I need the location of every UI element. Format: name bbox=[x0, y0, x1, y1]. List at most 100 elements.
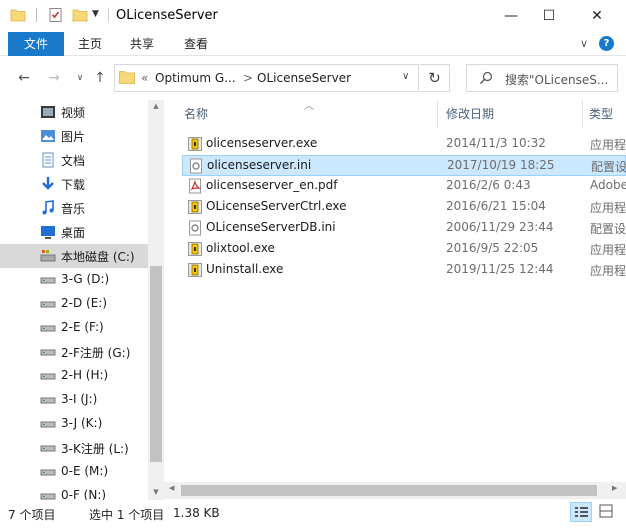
nav-scroll-thumb[interactable] bbox=[150, 266, 162, 462]
scroll-left-icon[interactable]: ◀ bbox=[169, 484, 174, 492]
file-row[interactable]: olicenseserver.ini 2017/10/19 18:25 配置设置 bbox=[182, 155, 626, 176]
file-date: 2019/11/25 12:44 bbox=[446, 262, 554, 276]
file-name: olicenseserver.exe bbox=[206, 136, 318, 150]
file-type: 应用程序 bbox=[590, 243, 626, 257]
column-divider[interactable] bbox=[437, 100, 438, 128]
file-row[interactable]: OLicenseServerDB.ini 2006/11/29 23:44 配置设置 bbox=[182, 218, 626, 239]
nav-item[interactable]: 3-K注册 (L:) bbox=[0, 436, 148, 460]
column-header-type[interactable]: 类型 bbox=[589, 100, 626, 128]
file-row[interactable]: OLicenseServerCtrl.exe 2016/6/21 15:04 应用程… bbox=[182, 197, 626, 218]
up-button[interactable]: ↑ bbox=[90, 68, 110, 88]
scroll-down-icon[interactable]: ▼ bbox=[148, 488, 164, 496]
breadcrumb-separator[interactable]: > bbox=[243, 71, 253, 85]
column-header-name[interactable]: 名称 bbox=[184, 100, 434, 128]
nav-item[interactable]: 0-F (N:) bbox=[0, 484, 148, 500]
item-count: 7 个项目 bbox=[8, 508, 56, 522]
new-folder-icon[interactable] bbox=[72, 7, 88, 23]
recent-locations-button[interactable]: ∨ bbox=[70, 68, 90, 88]
nav-item[interactable]: 文档 bbox=[0, 148, 148, 172]
nav-item-label: 文档 bbox=[61, 154, 86, 168]
file-date: 2016/2/6 0:43 bbox=[446, 178, 531, 192]
breadcrumb-segment[interactable]: Optimum G... bbox=[155, 71, 236, 85]
music-icon bbox=[42, 200, 54, 215]
properties-icon[interactable] bbox=[48, 7, 64, 23]
search-icon bbox=[480, 71, 493, 84]
file-type: 应用程序 bbox=[590, 264, 626, 278]
nav-item[interactable]: 音乐 bbox=[0, 196, 148, 220]
ribbon-tabs: 文件 主页 共享 查看 ∨ ? bbox=[0, 32, 626, 56]
exe-icon bbox=[188, 137, 202, 151]
address-bar[interactable]: « Optimum G... > OLicenseServer ∨ bbox=[114, 64, 419, 92]
nav-item[interactable]: 2-D (E:) bbox=[0, 292, 148, 316]
nav-item[interactable]: 图片 bbox=[0, 124, 148, 148]
breadcrumb-segment[interactable]: OLicenseServer bbox=[257, 71, 351, 85]
refresh-button[interactable]: ↻ bbox=[420, 64, 450, 92]
help-icon[interactable]: ? bbox=[599, 36, 614, 51]
customize-toolbar-dropdown-icon[interactable]: ▼ bbox=[92, 9, 108, 25]
file-row[interactable]: olixtool.exe 2016/9/5 22:05 应用程序 bbox=[182, 239, 626, 260]
drive-icon bbox=[40, 301, 56, 308]
nav-item[interactable]: 2-H (H:) bbox=[0, 364, 148, 388]
search-placeholder: 搜索"OLicenseS... bbox=[505, 73, 609, 87]
pictures-icon bbox=[41, 130, 55, 142]
large-icons-view-button[interactable] bbox=[596, 502, 618, 522]
nav-item[interactable]: 桌面 bbox=[0, 220, 148, 244]
file-list-pane: ︿ 名称 修改日期 类型 olicenseserver.exe 2014/11/3… bbox=[164, 100, 626, 500]
scroll-up-icon[interactable]: ▲ bbox=[148, 102, 164, 110]
file-row[interactable]: olicenseserver.exe 2014/11/3 10:32 应用程序 bbox=[182, 134, 626, 155]
nav-item[interactable]: 0-E (M:) bbox=[0, 460, 148, 484]
file-type: 应用程序 bbox=[590, 138, 626, 152]
nav-item[interactable]: 视频 bbox=[0, 100, 148, 124]
drive-icon bbox=[40, 325, 56, 332]
maximize-button[interactable]: ☐ bbox=[526, 0, 572, 32]
back-button[interactable]: ← bbox=[14, 68, 34, 88]
video-icon bbox=[41, 106, 55, 118]
column-divider[interactable] bbox=[582, 100, 583, 128]
column-header-date[interactable]: 修改日期 bbox=[446, 100, 576, 128]
pdf-icon bbox=[189, 178, 201, 194]
nav-item[interactable]: 3-J (K:) bbox=[0, 412, 148, 436]
forward-button[interactable]: → bbox=[44, 68, 64, 88]
nav-item-label: 3-J (K:) bbox=[61, 416, 103, 430]
close-button[interactable]: ✕ bbox=[574, 0, 620, 32]
h-scroll-thumb[interactable] bbox=[181, 485, 597, 496]
nav-item[interactable]: 3-I (J:) bbox=[0, 388, 148, 412]
tab-share[interactable]: 共享 bbox=[118, 32, 166, 56]
nav-item[interactable]: 2-E (F:) bbox=[0, 316, 148, 340]
drive-icon bbox=[40, 349, 56, 356]
file-name: Uninstall.exe bbox=[206, 262, 284, 276]
file-name: olicenseserver_en.pdf bbox=[206, 178, 338, 192]
title-separator bbox=[108, 8, 109, 22]
nav-item[interactable]: 本地磁盘 (C:) bbox=[0, 244, 148, 268]
search-input[interactable]: 搜索"OLicenseS... bbox=[466, 64, 618, 92]
tab-home[interactable]: 主页 bbox=[66, 32, 114, 56]
file-name: olicenseserver.ini bbox=[207, 158, 312, 172]
nav-item-label: 3-G (D:) bbox=[61, 272, 110, 286]
drive-icon bbox=[40, 493, 56, 500]
file-type: 应用程序 bbox=[590, 201, 626, 215]
file-date: 2014/11/3 10:32 bbox=[446, 136, 546, 150]
nav-item-label: 2-F注册 (G:) bbox=[61, 346, 131, 360]
nav-item[interactable]: 3-G (D:) bbox=[0, 268, 148, 292]
horizontal-scrollbar[interactable]: ◀ ▶ bbox=[164, 482, 626, 499]
expand-ribbon-icon[interactable]: ∨ bbox=[580, 37, 588, 50]
drive-icon bbox=[40, 397, 56, 404]
scroll-right-icon[interactable]: ▶ bbox=[612, 484, 617, 492]
nav-item-label: 2-H (H:) bbox=[61, 368, 109, 382]
nav-scrollbar[interactable]: ▲ ▼ bbox=[148, 100, 164, 500]
nav-item[interactable]: 2-F注册 (G:) bbox=[0, 340, 148, 364]
file-type: Adobe bbox=[590, 178, 626, 192]
file-row[interactable]: Uninstall.exe 2019/11/25 12:44 应用程序 bbox=[182, 260, 626, 281]
details-view-button[interactable] bbox=[570, 502, 592, 522]
file-date: 2006/11/29 23:44 bbox=[446, 220, 554, 234]
downloads-icon bbox=[42, 177, 54, 190]
tab-file[interactable]: 文件 bbox=[8, 32, 64, 56]
address-dropdown-icon[interactable]: ∨ bbox=[402, 71, 409, 82]
tab-view[interactable]: 查看 bbox=[172, 32, 220, 56]
breadcrumb-overflow[interactable]: « bbox=[141, 71, 148, 85]
nav-item-label: 3-I (J:) bbox=[61, 392, 98, 406]
file-row[interactable]: olicenseserver_en.pdf 2016/2/6 0:43 Adobe bbox=[182, 176, 626, 197]
nav-item[interactable]: 下载 bbox=[0, 172, 148, 196]
folder-icon bbox=[10, 9, 26, 22]
title-bar: ▼ OLicenseServer — ☐ ✕ bbox=[0, 0, 626, 32]
